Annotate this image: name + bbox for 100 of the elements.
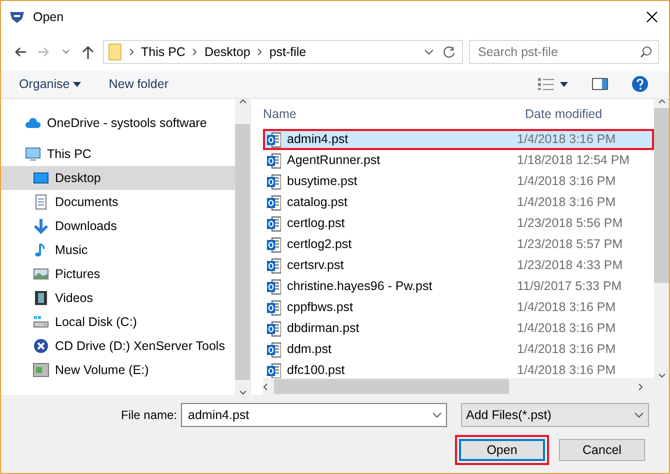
outlook-file-icon [267,132,281,148]
sidebar-item[interactable]: Downloads [1,214,235,238]
picture-icon [33,266,49,282]
monitor-icon [25,146,41,162]
sidebar-item[interactable]: Videos [1,286,235,310]
file-row[interactable]: cppfbws.pst 1/4/2018 3:16 PM [263,297,654,318]
date-modified: 11/9/2017 5:33 PM [517,278,622,296]
sidebar-item[interactable]: Pictures [1,262,235,286]
date-modified: 1/4/2018 3:16 PM [517,362,616,378]
outlook-file-icon [267,320,281,336]
help-button[interactable] [629,76,651,93]
forward-arrow-icon [38,46,50,58]
file-name: ddm.pst [287,341,332,358]
organise-button[interactable]: Organise [19,75,81,94]
scroll-left-icon [263,382,268,391]
breadcrumb-item[interactable]: This PC [141,42,186,62]
sidebar-item[interactable]: Music [1,238,235,262]
file-row[interactable]: certlog.pst 1/23/2018 5:56 PM [263,213,654,234]
open-button[interactable]: Open [459,439,545,461]
outlook-file-icon [267,362,281,378]
caret-icon [72,82,81,87]
file-row[interactable]: certsrv.pst 1/23/2018 4:33 PM [263,255,654,276]
sidebar-item[interactable]: CD Drive (D:) XenServer Tools [1,334,235,358]
date-modified: 1/4/2018 3:16 PM [517,194,616,212]
search-icon [640,46,652,58]
file-row[interactable]: dbdirman.pst 1/4/2018 3:16 PM [263,318,654,339]
list-view-icon [538,78,554,90]
column-header[interactable]: Name [263,104,525,124]
chevron-right-icon [129,48,134,56]
sidebar-item[interactable]: Local Disk (C:) [1,310,235,334]
up-arrow-icon [82,44,94,59]
folder-icon [108,43,122,61]
date-modified: 1/23/2018 5:57 PM [517,236,623,254]
date-modified: 1/4/2018 3:16 PM [517,131,616,148]
drive-icon [33,314,49,330]
date-modified: 1/23/2018 4:33 PM [517,257,623,274]
date-modified: 1/18/2018 12:54 PM [517,152,630,170]
outlook-file-icon [267,152,281,168]
desktop-icon [33,170,49,186]
address-bar[interactable]: This PC Desktop pst-file [103,40,463,64]
file-row[interactable]: busytime.pst 1/4/2018 3:16 PM [263,171,654,192]
scroll-right-icon [638,382,643,391]
caret-icon [560,82,568,87]
file-name: certlog.pst [287,215,345,232]
file-name: catalog.pst [287,194,348,212]
scroll-down-icon [238,390,246,395]
file-name: AgentRunner.pst [287,152,380,170]
file-row[interactable]: certlog2.pst 1/23/2018 5:57 PM [263,234,654,255]
scrollbar-thumb[interactable] [654,108,669,284]
close-icon [646,10,658,23]
date-modified: 1/4/2018 3:16 PM [517,320,616,338]
down-arrow-icon [33,218,49,234]
breadcrumb-item[interactable]: pst-file [269,42,306,62]
outlook-file-icon [267,300,281,316]
cloud-icon [25,115,41,131]
view-options-button[interactable] [535,78,571,90]
x-circle-icon [33,338,49,354]
window-title: Open [33,8,64,26]
preview-pane-button[interactable] [589,76,611,92]
back-arrow-icon [14,46,26,58]
date-modified: 1/23/2018 5:56 PM [517,215,623,232]
file-name-box[interactable]: admin4.pst [181,403,447,427]
sidebar-item[interactable]: OneDrive - systools software [1,111,235,135]
file-row[interactable]: christine.hayes96 - Pw.pst 11/9/2017 5:33 PM [263,276,654,297]
sidebar-item[interactable]: New Volume (E:) [1,358,235,382]
file-type-dropdown[interactable]: Add Files(*.pst) [461,403,649,427]
outlook-file-icon [267,278,281,294]
cancel-button[interactable]: Cancel [559,439,645,461]
file-row[interactable]: dfc100.pst 1/4/2018 3:16 PM [263,360,654,378]
file-row[interactable]: AgentRunner.pst 1/18/2018 12:54 PM [263,150,654,171]
file-row[interactable]: admin4.pst 1/4/2018 3:16 PM [263,129,654,150]
chevron-down-icon [634,412,644,418]
scroll-up-icon [238,99,246,104]
date-modified: 1/4/2018 3:16 PM [517,173,616,190]
preview-pane-icon [592,78,608,90]
file-name: certsrv.pst [287,257,344,274]
file-name: dfc100.pst [287,362,345,378]
column-header[interactable]: Date modified [525,104,602,124]
refresh-icon [443,46,455,58]
sidebar-item[interactable]: This PC [1,142,235,166]
scroll-down-icon [658,373,666,378]
file-name: certlog2.pst [287,236,352,254]
outlook-file-icon [267,236,281,252]
file-name: christine.hayes96 - Pw.pst [287,278,432,296]
sidebar-item[interactable]: Documents [1,190,235,214]
document-icon [33,194,49,210]
scrollbar-thumb[interactable] [274,379,509,394]
shield-logo-icon [9,10,25,24]
sidebar-item[interactable]: Desktop [1,166,235,190]
search-box[interactable]: Search pst-file [469,40,659,64]
date-modified: 1/4/2018 3:16 PM [517,341,616,358]
outlook-file-icon [267,342,281,358]
new-folder-button[interactable]: New folder [108,75,168,94]
file-row[interactable]: ddm.pst 1/4/2018 3:16 PM [263,339,654,360]
date-modified: 1/4/2018 3:16 PM [517,299,616,316]
drive-icon [33,362,49,378]
breadcrumb-item[interactable]: Desktop [204,42,250,62]
file-row[interactable]: catalog.pst 1/4/2018 3:16 PM [263,192,654,213]
scrollbar-thumb[interactable] [235,124,250,380]
file-name: busytime.pst [287,173,358,190]
